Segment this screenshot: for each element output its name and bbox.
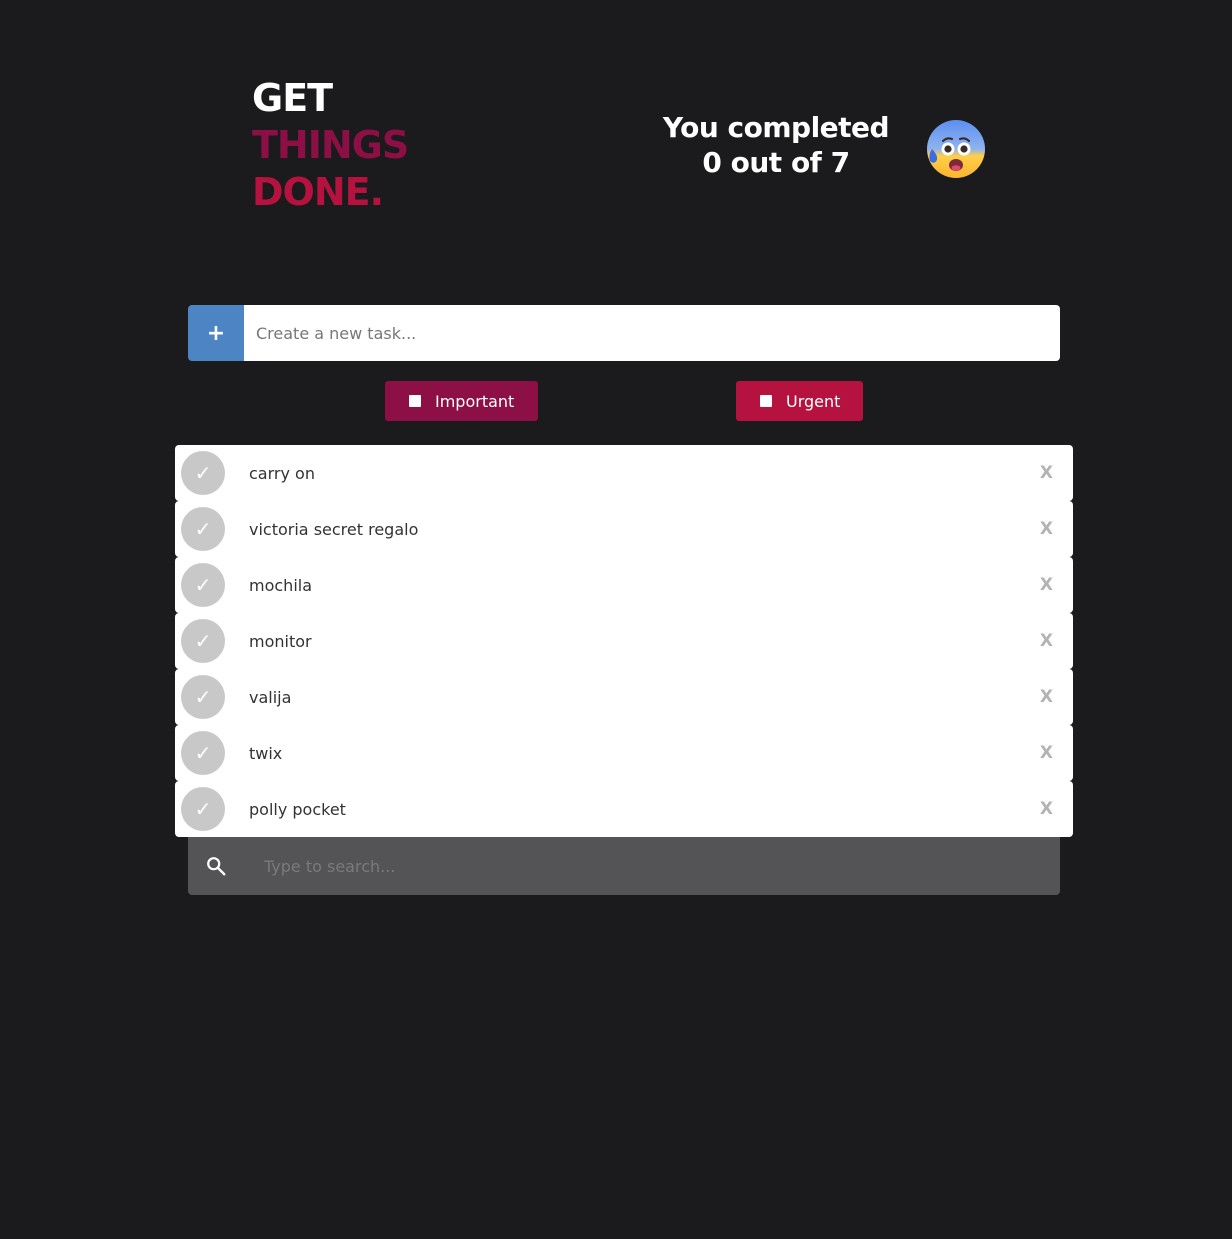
title-line-get: GET [252,76,333,120]
title-line-things: THINGS [252,123,409,167]
task-item: ✓ victoria secret regalo X [175,501,1073,557]
important-toggle[interactable]: Important [385,381,538,421]
delete-task-button[interactable]: X [1040,631,1053,651]
urgent-checkbox[interactable] [760,395,772,407]
important-label: Important [435,391,515,411]
progress-text-line2: 0 out of 7 [702,146,850,179]
task-text: twix [249,743,283,763]
task-item: ✓ twix X [175,725,1073,781]
task-item: ✓ carry on X [175,445,1073,501]
delete-task-button[interactable]: X [1040,687,1053,707]
task-item: ✓ valija X [175,669,1073,725]
checkmark-icon: ✓ [194,797,212,821]
urgent-label: Urgent [786,391,841,411]
task-item: ✓ mochila X [175,557,1073,613]
task-text: carry on [249,463,315,483]
task-list: ✓ carry on X ✓ victoria secret regalo X … [175,445,1073,837]
complete-check-button[interactable]: ✓ [181,675,225,719]
checkmark-icon: ✓ [194,741,212,765]
delete-task-button[interactable]: X [1040,743,1053,763]
progress-summary: You completed 0 out of 7 [640,110,912,180]
task-item: ✓ polly pocket X [175,781,1073,837]
delete-task-button[interactable]: X [1040,799,1053,819]
task-text: monitor [249,631,312,651]
title-line-done: DONE. [252,170,384,214]
checkmark-icon: ✓ [194,573,212,597]
new-task-input[interactable] [244,305,1060,361]
task-item: ✓ monitor X [175,613,1073,669]
app-title: GET THINGS DONE. [252,75,409,216]
delete-task-button[interactable]: X [1040,463,1053,483]
plus-icon: + [206,320,226,346]
checkmark-icon: ✓ [194,517,212,541]
complete-check-button[interactable]: ✓ [181,507,225,551]
delete-task-button[interactable]: X [1040,575,1053,595]
delete-task-button[interactable]: X [1040,519,1053,539]
anxious-face-icon [927,120,985,178]
checkmark-icon: ✓ [194,629,212,653]
complete-check-button[interactable]: ✓ [181,787,225,831]
app-page: GET THINGS DONE. You completed 0 out of … [0,0,1232,1239]
complete-check-button[interactable]: ✓ [181,731,225,775]
task-text: mochila [249,575,313,595]
search-input[interactable] [262,836,1060,896]
complete-check-button[interactable]: ✓ [181,451,225,495]
add-task-button[interactable]: + [188,305,244,361]
search-icon [207,857,226,876]
complete-check-button[interactable]: ✓ [181,563,225,607]
search-bar [188,836,1060,896]
urgent-toggle[interactable]: Urgent [736,381,863,421]
task-text: valija [249,687,292,707]
important-checkbox[interactable] [409,395,421,407]
complete-check-button[interactable]: ✓ [181,619,225,663]
task-text: victoria secret regalo [249,519,419,539]
new-task-bar: + [188,305,1060,361]
checkmark-icon: ✓ [194,461,212,485]
task-text: polly pocket [249,799,346,819]
checkmark-icon: ✓ [194,685,212,709]
progress-text-line1: You completed [662,111,890,144]
